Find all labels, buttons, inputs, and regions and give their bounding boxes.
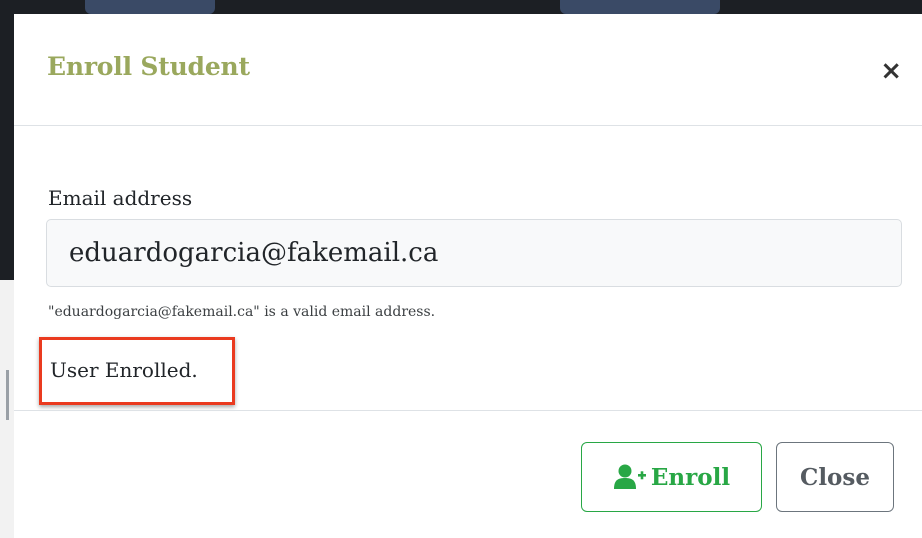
user-plus-icon — [613, 464, 646, 489]
enroll-button-label: Enroll — [650, 463, 731, 491]
backdrop-left — [0, 0, 14, 538]
status-message: User Enrolled. — [50, 358, 198, 382]
backdrop-gap — [0, 280, 14, 538]
close-button-label: Close — [800, 463, 870, 491]
enroll-button[interactable]: Enroll — [581, 442, 762, 512]
modal-body: Email address "eduardogarcia@fakemail.ca… — [14, 126, 922, 409]
modal-header: Enroll Student × — [14, 14, 922, 126]
status-highlight-box: User Enrolled. — [39, 337, 235, 405]
modal-title: Enroll Student — [47, 52, 250, 81]
page: Enroll Student × Email address "eduardog… — [0, 0, 922, 538]
email-validation-text: "eduardogarcia@fakemail.ca" is a valid e… — [48, 304, 436, 320]
backdrop-thumbnail — [85, 0, 215, 14]
close-icon[interactable]: × — [880, 58, 902, 84]
email-field[interactable] — [46, 219, 902, 287]
backdrop-thumbnail — [560, 0, 720, 14]
close-button[interactable]: Close — [776, 442, 894, 512]
backdrop-scrollbar — [6, 370, 9, 420]
email-label: Email address — [48, 186, 193, 210]
enroll-student-modal: Enroll Student × Email address "eduardog… — [14, 14, 922, 538]
modal-footer: Enroll Close — [14, 410, 922, 538]
backdrop — [0, 0, 922, 14]
